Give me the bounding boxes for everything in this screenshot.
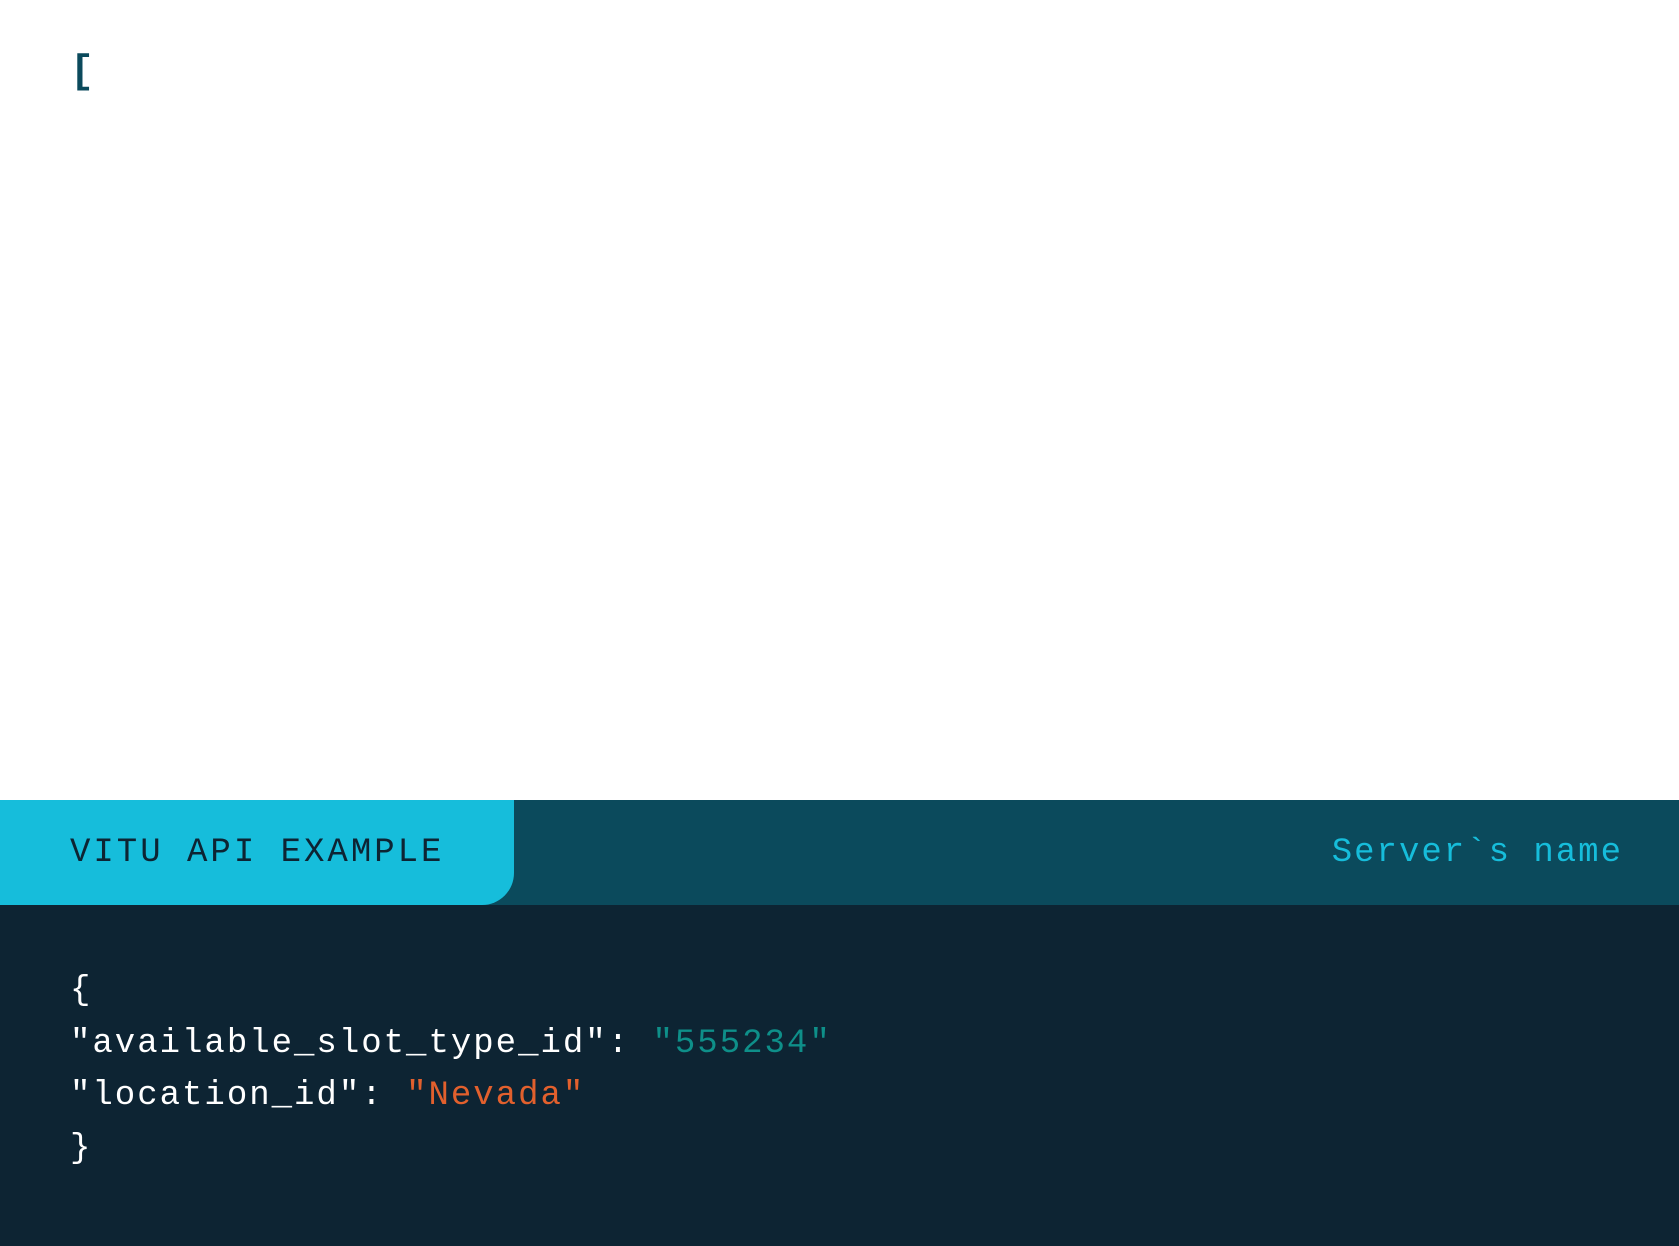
code-line-2: "location_id": "Nevada" [70,1070,1609,1123]
server-name-label: Server`s name [1276,800,1679,905]
code-header: VITU API EXAMPLE Server`s name [0,800,1679,905]
top-bracket: [ [70,50,94,95]
code-line-1: "available_slot_type_id": "555234" [70,1018,1609,1071]
code-panel: VITU API EXAMPLE Server`s name { "availa… [0,800,1679,1246]
code-body: { "available_slot_type_id": "555234" "lo… [0,905,1679,1246]
code-open-brace: { [70,965,1609,1018]
api-example-tab[interactable]: VITU API EXAMPLE [0,800,514,905]
code-close-brace: } [70,1123,1609,1176]
